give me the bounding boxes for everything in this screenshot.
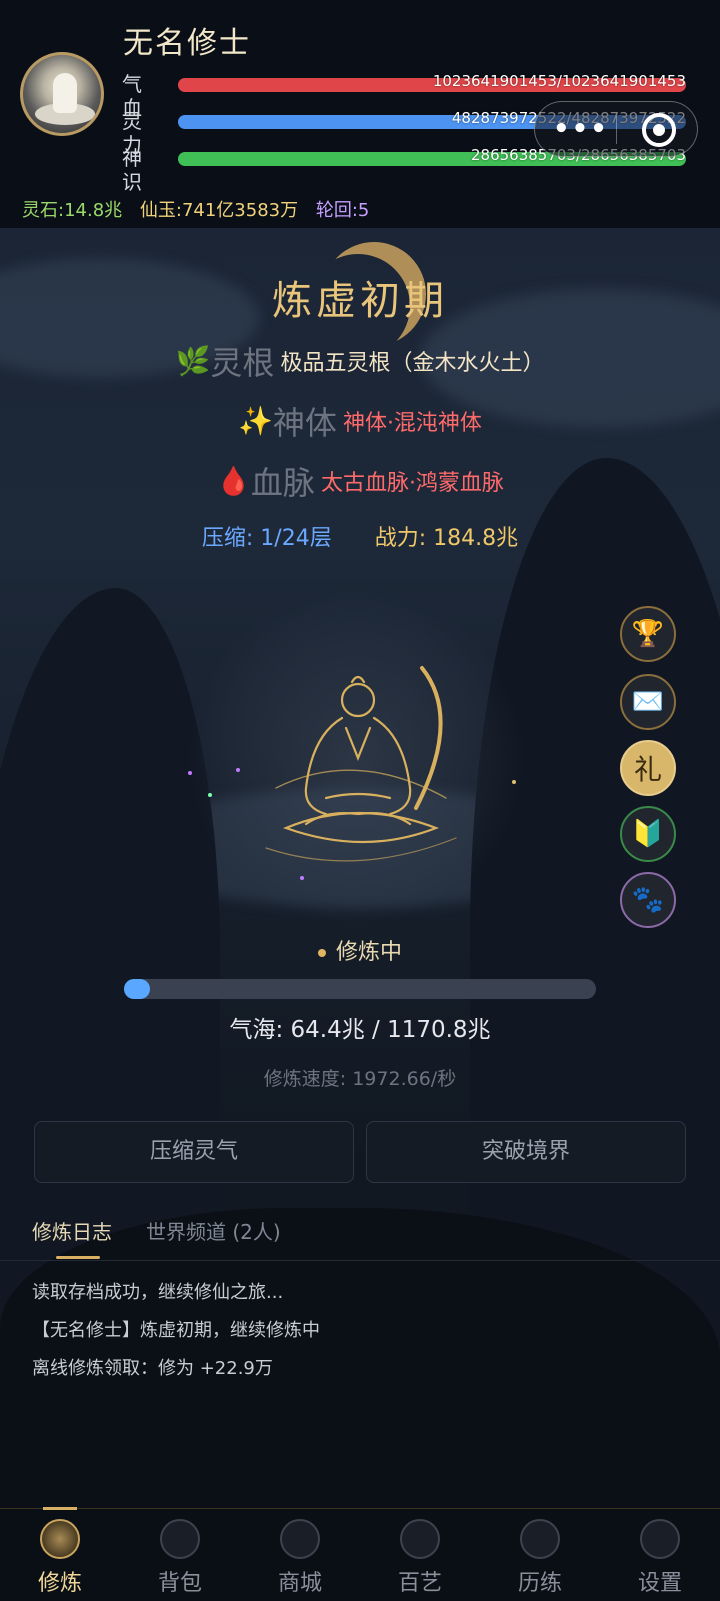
spark-decoration <box>512 780 516 784</box>
combat-stats: 压缩: 1/24层 战力: 184.8兆 <box>0 520 720 552</box>
sp-label: 神识 <box>122 146 142 194</box>
bloodline-label: 血脉 <box>250 464 315 502</box>
leaf-icon: 🌿 <box>175 344 211 378</box>
close-target-icon[interactable] <box>642 113 676 147</box>
gift-button[interactable]: 礼 <box>620 740 676 796</box>
nav-label: 商城 <box>277 1571 322 1596</box>
avatar[interactable] <box>20 52 104 136</box>
spark-decoration <box>236 768 240 772</box>
nav-label: 修炼 <box>37 1571 82 1596</box>
status-dot-icon <box>317 949 326 957</box>
training-icon <box>520 1519 560 1559</box>
reincarnation-count: 轮回:5 <box>315 200 370 221</box>
tabs-divider <box>0 1260 720 1261</box>
nav-active-indicator <box>43 1507 77 1510</box>
avatar-figure <box>53 73 77 113</box>
spirit-root-row: 🌿灵根 极品五灵根（金木水火土） <box>0 338 720 384</box>
meditating-cultivator-icon <box>265 666 457 862</box>
immortal-jade-count: 仙玉:741亿3583万 <box>139 200 299 221</box>
breakthrough-button[interactable]: 突破境界 <box>366 1121 686 1183</box>
log-entry: 【无名修士】炼虚初期，继续修炼中 <box>32 1320 320 1341</box>
trophy-button[interactable]: 🏆 <box>620 606 676 662</box>
spark-decoration <box>300 876 304 880</box>
hp-value: 1023641901453/1023641901453 <box>432 72 686 90</box>
qi-progress-bar <box>124 979 596 999</box>
log-entry: 读取存档成功，继续修仙之旅... <box>32 1282 284 1303</box>
nav-cultivate[interactable]: 修炼 <box>0 1507 120 1601</box>
mail-button[interactable]: ✉️ <box>620 674 676 730</box>
cultivation-speed: 修炼速度: 1972.66/秒 <box>263 1068 457 1090</box>
cultivate-icon <box>40 1519 80 1559</box>
compress-qi-button[interactable]: 压缩灵气 <box>34 1121 354 1183</box>
nav-shop[interactable]: 商城 <box>240 1509 360 1601</box>
qi-sea-value: 气海: 64.4兆 / 1170.8兆 <box>229 1017 491 1043</box>
bloodline-value: 太古血脉·鸿蒙血脉 <box>320 471 504 496</box>
nav-training[interactable]: 历练 <box>480 1509 600 1601</box>
spark-decoration <box>208 793 212 797</box>
more-icon[interactable]: ••• <box>553 112 607 148</box>
nav-label: 历练 <box>517 1571 562 1596</box>
log-entry: 离线修炼领取：修为 +22.9万 <box>32 1358 273 1379</box>
nav-label: 背包 <box>157 1571 202 1596</box>
cultivation-scene: 炼虚初期 🌿灵根 极品五灵根（金木水火土） ✨神体 神体·混沌神体 🩸血脉 太古血脉·… <box>0 228 720 1508</box>
settings-icon <box>640 1519 680 1559</box>
active-tab-indicator <box>56 1256 100 1259</box>
divine-body-value: 神体·混沌神体 <box>342 411 482 436</box>
divine-body-label: 神体 <box>272 404 337 442</box>
miniprogram-capsule: ••• <box>534 101 698 157</box>
spirit-stone-count: 灵石:14.8兆 <box>22 200 123 221</box>
crafts-icon <box>400 1519 440 1559</box>
hp-bar: 1023641901453/1023641901453 <box>178 72 686 92</box>
cultivation-status: 修炼中 <box>0 934 720 966</box>
shop-icon <box>280 1519 320 1559</box>
bottom-navigation: 修炼 背包 商城 百艺 历练 设置 <box>0 1507 720 1601</box>
spirit-root-value: 极品五灵根（金木水火土） <box>280 351 545 376</box>
capsule-divider <box>616 116 617 144</box>
nav-settings[interactable]: 设置 <box>600 1509 720 1601</box>
tab-world-channel[interactable]: 世界频道 (2人) <box>146 1216 281 1245</box>
compress-layer: 压缩: 1/24层 <box>201 526 332 551</box>
combat-power: 战力: 184.8兆 <box>374 526 519 551</box>
spark-decoration <box>188 771 192 775</box>
beginner-guide-button[interactable]: 🔰 <box>620 806 676 862</box>
nav-label: 百艺 <box>397 1571 442 1596</box>
divine-body-row: ✨神体 神体·混沌神体 <box>0 398 720 444</box>
status-text: 修炼中 <box>335 940 402 965</box>
sparkles-icon: ✨ <box>238 404 273 438</box>
nav-label: 设置 <box>637 1571 682 1596</box>
qi-progress-fill <box>124 979 150 999</box>
currency-bar: 灵石:14.8兆 仙玉:741亿3583万 轮回:5 <box>22 196 381 222</box>
tab-cultivation-log[interactable]: 修炼日志 <box>32 1216 112 1245</box>
status-header: 无名修士 气血 1023641901453/1023641901453 灵力 4… <box>0 0 720 229</box>
realm-title: 炼虚初期 <box>272 278 448 324</box>
player-name: 无名修士 <box>123 26 251 61</box>
blood-drop-icon: 🩸 <box>216 464 251 498</box>
spirit-root-label: 灵根 <box>210 344 275 382</box>
bloodline-row: 🩸血脉 太古血脉·鸿蒙血脉 <box>0 458 720 504</box>
pet-button[interactable]: 🐾 <box>620 872 676 928</box>
nav-backpack[interactable]: 背包 <box>120 1509 240 1601</box>
nav-crafts[interactable]: 百艺 <box>360 1509 480 1601</box>
backpack-icon <box>160 1519 200 1559</box>
